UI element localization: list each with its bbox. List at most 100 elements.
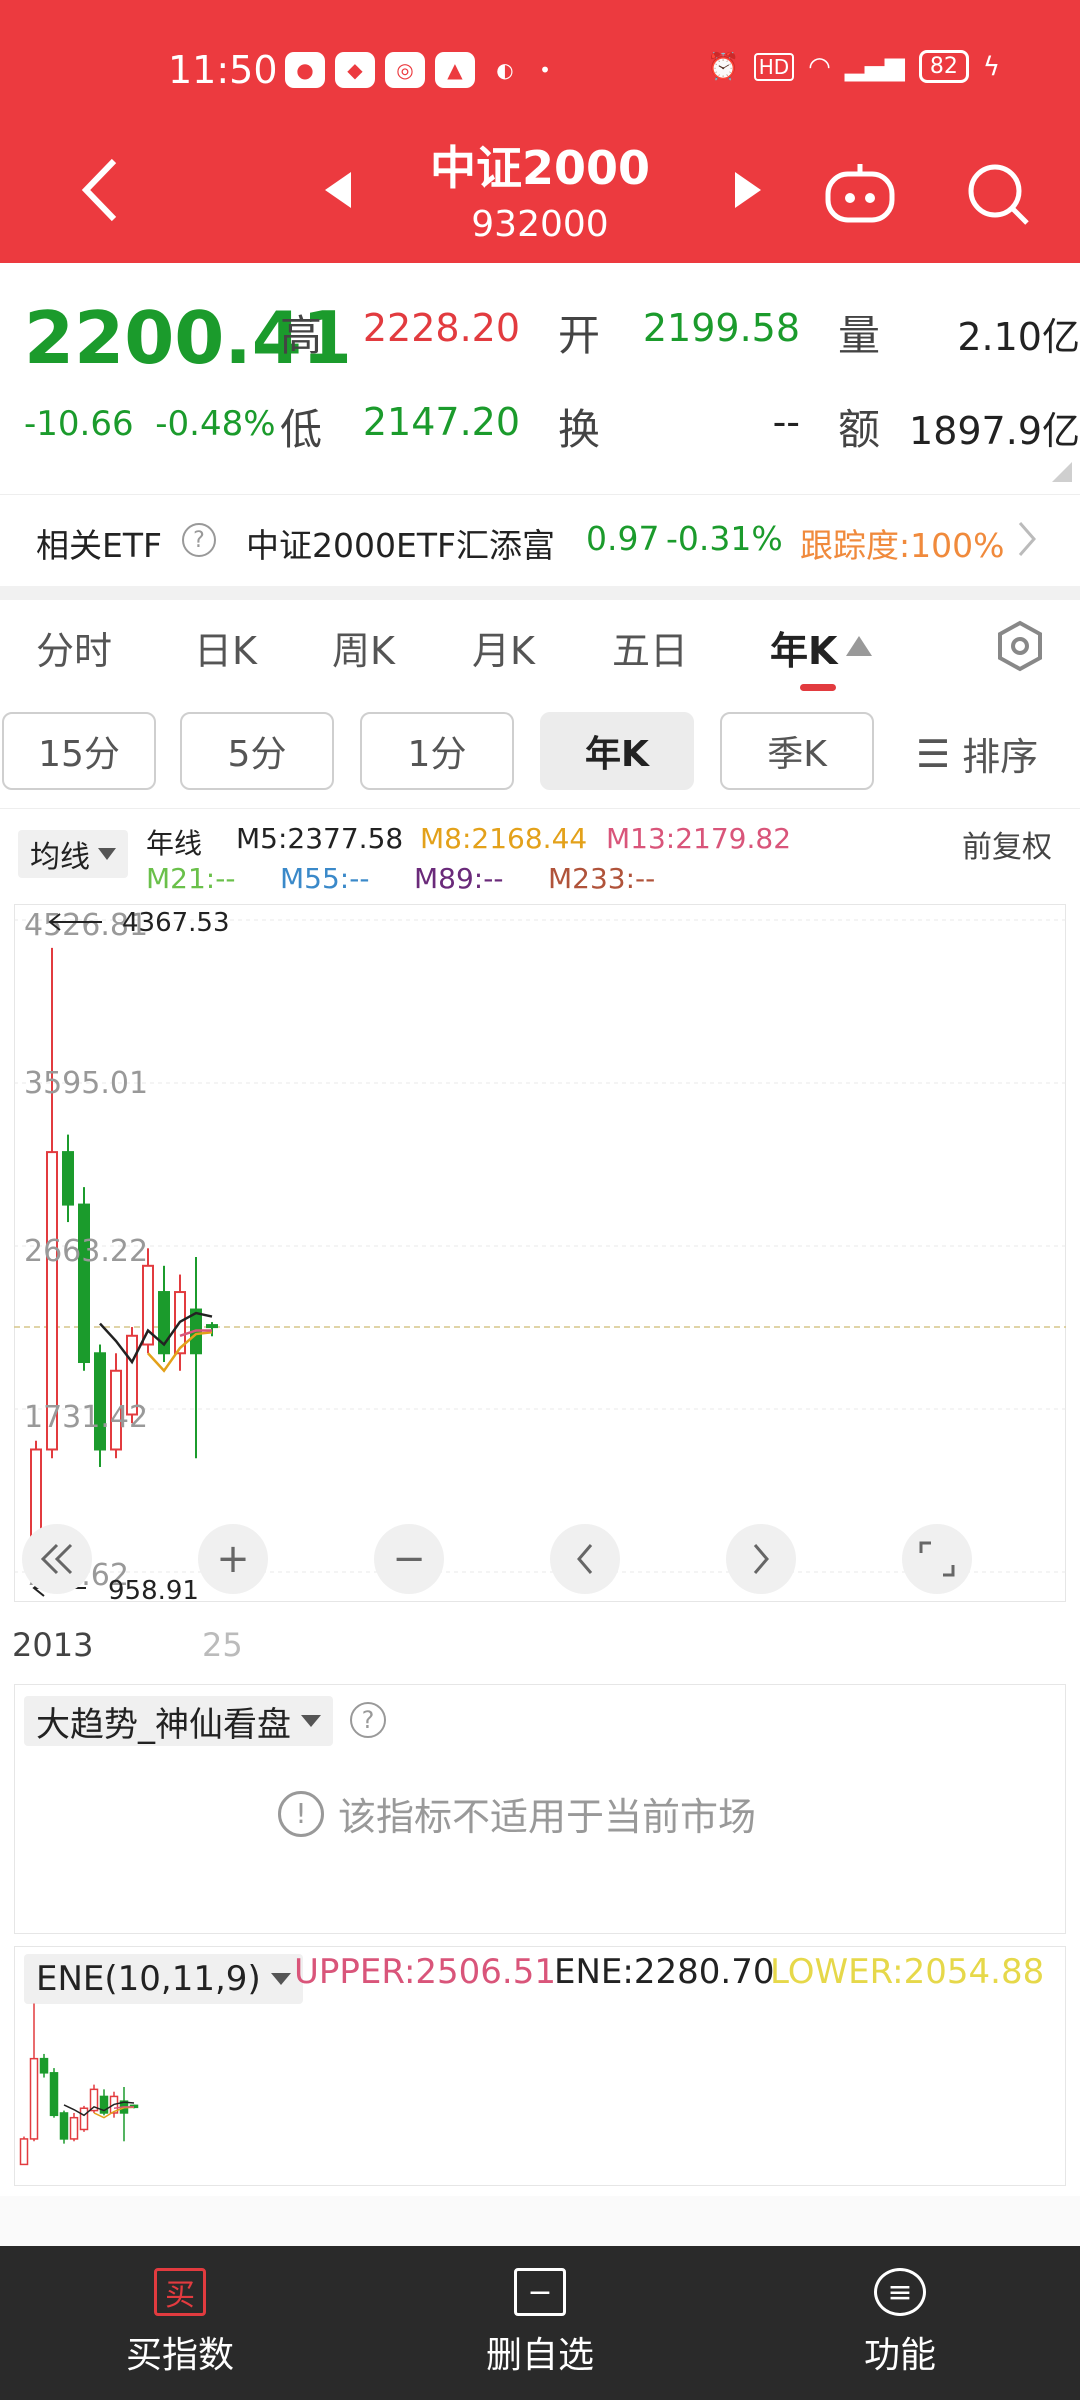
ma-select[interactable]: 均线 [18, 830, 128, 878]
minus-box-icon: − [514, 2268, 566, 2316]
etf-tracking: 跟踪度:100% [800, 526, 1005, 565]
charging-icon: ϟ [982, 51, 1000, 82]
indicator1-select[interactable]: 大趋势_神仙看盘 [24, 1696, 333, 1746]
value-open: 2199.58 [642, 306, 800, 350]
ma-m89: M89:-- [414, 862, 504, 895]
candle-body [19, 2138, 29, 2166]
chevron-left-icon [577, 1544, 593, 1574]
ene-lower: LOWER:2054.88 [770, 1952, 1045, 1992]
candle-body [29, 2057, 39, 2140]
search-icon[interactable] [962, 158, 1034, 230]
ma-m233: M233:-- [548, 862, 656, 895]
label-high: 高 [280, 311, 323, 360]
sort-button[interactable]: ☰ 排序 [916, 726, 1038, 781]
period-15min[interactable]: 15分 [2, 712, 156, 790]
chevron-right-icon [753, 1544, 769, 1574]
bottom-action-bar: 买 买指数 − 删自选 ≡ 功能 [0, 2246, 1080, 2400]
bottom-spacer [0, 2196, 1080, 2246]
value-volume: 2.10亿 [957, 315, 1080, 359]
label-amount: 额 [838, 405, 881, 454]
etf-price: 0.97 [586, 519, 660, 558]
related-etf-row[interactable]: 相关ETF ? 中证2000ETF汇添富 0.97 -0.31% 跟踪度:100… [0, 494, 1080, 586]
max-price-label: 4367.53 [122, 908, 230, 938]
status-right: ⏰ HD ◠ ▂▄▆ 82 ϟ [707, 50, 1000, 83]
y-tick-3: 1731.42 [24, 1400, 149, 1435]
period-quarterly-k[interactable]: 季K [720, 712, 874, 790]
dot-icon: • [539, 58, 551, 82]
help-icon[interactable]: ? [182, 523, 216, 557]
minus-icon: − [392, 1536, 426, 1582]
etf-label: 相关ETF [36, 526, 162, 565]
etf-change: -0.31% [666, 519, 783, 558]
dropdown-icon [301, 1715, 321, 1727]
dropdown-icon [98, 848, 116, 860]
double-chevron-left-icon [40, 1543, 73, 1575]
y-tick-2: 2663.22 [24, 1234, 149, 1269]
app-notification-icon: ◐ [496, 58, 514, 82]
settings-hexagon-icon[interactable] [994, 620, 1046, 672]
status-app-icons: ● ◆ ◎ ▲ ◐ • [285, 52, 555, 88]
rewind-button[interactable] [22, 1524, 92, 1594]
label-volume: 量 [838, 311, 881, 360]
candle-body [49, 2072, 59, 2117]
app-notification-icon: ◎ [385, 52, 425, 88]
period-yearly-k[interactable]: 年K [540, 712, 694, 790]
active-tab-indicator [800, 684, 836, 691]
ma-m21: M21:-- [146, 862, 236, 895]
ma-m8: M8:2168.44 [420, 822, 588, 855]
chevron-right-icon [1018, 522, 1036, 556]
ene-mini-chart [19, 2003, 139, 2166]
tab-daily-k[interactable]: 日K [194, 620, 257, 675]
functions-button[interactable]: ≡ 功能 [780, 2246, 1020, 2400]
signal-icon: ▂▄▆ [844, 51, 905, 82]
status-time: 11:50 [168, 48, 278, 92]
y-tick-1: 3595.01 [24, 1066, 149, 1101]
candle-body [79, 2107, 89, 2131]
x-label-start: 2013 [12, 1626, 94, 1664]
tab-yearly-k[interactable]: 年K [770, 620, 837, 675]
plus-icon: + [216, 1536, 250, 1582]
label-open: 开 [558, 311, 601, 360]
info-icon: ! [278, 1790, 324, 1837]
fq-mode[interactable]: 前复权 [962, 822, 1052, 866]
period-5min[interactable]: 5分 [180, 712, 334, 790]
label-low: 低 [280, 405, 323, 454]
remove-watchlist-button[interactable]: − 删自选 [420, 2246, 660, 2400]
fullscreen-icon [919, 1541, 955, 1577]
ma-m5: M5:2377.58 [236, 822, 404, 855]
tab-intraday[interactable]: 分时 [36, 620, 112, 675]
value-amount: 1897.9亿 [909, 409, 1080, 453]
period-1min[interactable]: 1分 [360, 712, 514, 790]
value-turnover: -- [772, 400, 800, 444]
help-icon[interactable]: ? [350, 1702, 386, 1738]
index-code: 932000 [471, 204, 609, 245]
robot-assistant-icon[interactable] [822, 160, 898, 226]
price-change: -10.66 -0.48% [24, 404, 276, 444]
scroll-left-button[interactable] [550, 1524, 620, 1594]
k-chart[interactable] [14, 904, 1066, 1602]
etf-name: 中证2000ETF汇添富 [246, 526, 555, 565]
app-header: 11:50 ● ◆ ◎ ▲ ◐ • ⏰ HD ◠ ▂▄▆ 82 ϟ 中证2000… [0, 0, 1080, 263]
ma-type: 年线 [146, 827, 203, 860]
buy-index-button[interactable]: 买 买指数 [60, 2246, 300, 2400]
min-price-label: 958.91 [108, 1576, 199, 1606]
ma-m13: M13:2179.82 [606, 822, 792, 855]
expand-corner-icon[interactable] [1052, 462, 1072, 482]
candle-body [62, 1151, 74, 1206]
buy-icon: 买 [154, 2268, 206, 2316]
battery-icon: 82 [918, 50, 969, 83]
tab-five-day[interactable]: 五日 [612, 620, 688, 675]
caret-up-icon [846, 636, 872, 656]
tab-weekly-k[interactable]: 周K [332, 620, 395, 675]
candle-body [69, 2116, 79, 2140]
candle-body [78, 1203, 90, 1364]
section-divider [0, 586, 1080, 600]
tab-monthly-k[interactable]: 月K [472, 620, 535, 675]
fullscreen-button[interactable] [902, 1524, 972, 1594]
next-index-icon[interactable] [728, 168, 768, 212]
zoom-out-button[interactable]: − [374, 1524, 444, 1594]
ene-upper: UPPER:2506.51 [294, 1952, 557, 1992]
zoom-in-button[interactable]: + [198, 1524, 268, 1594]
scroll-right-button[interactable] [726, 1524, 796, 1594]
dropdown-icon [270, 1973, 291, 1985]
